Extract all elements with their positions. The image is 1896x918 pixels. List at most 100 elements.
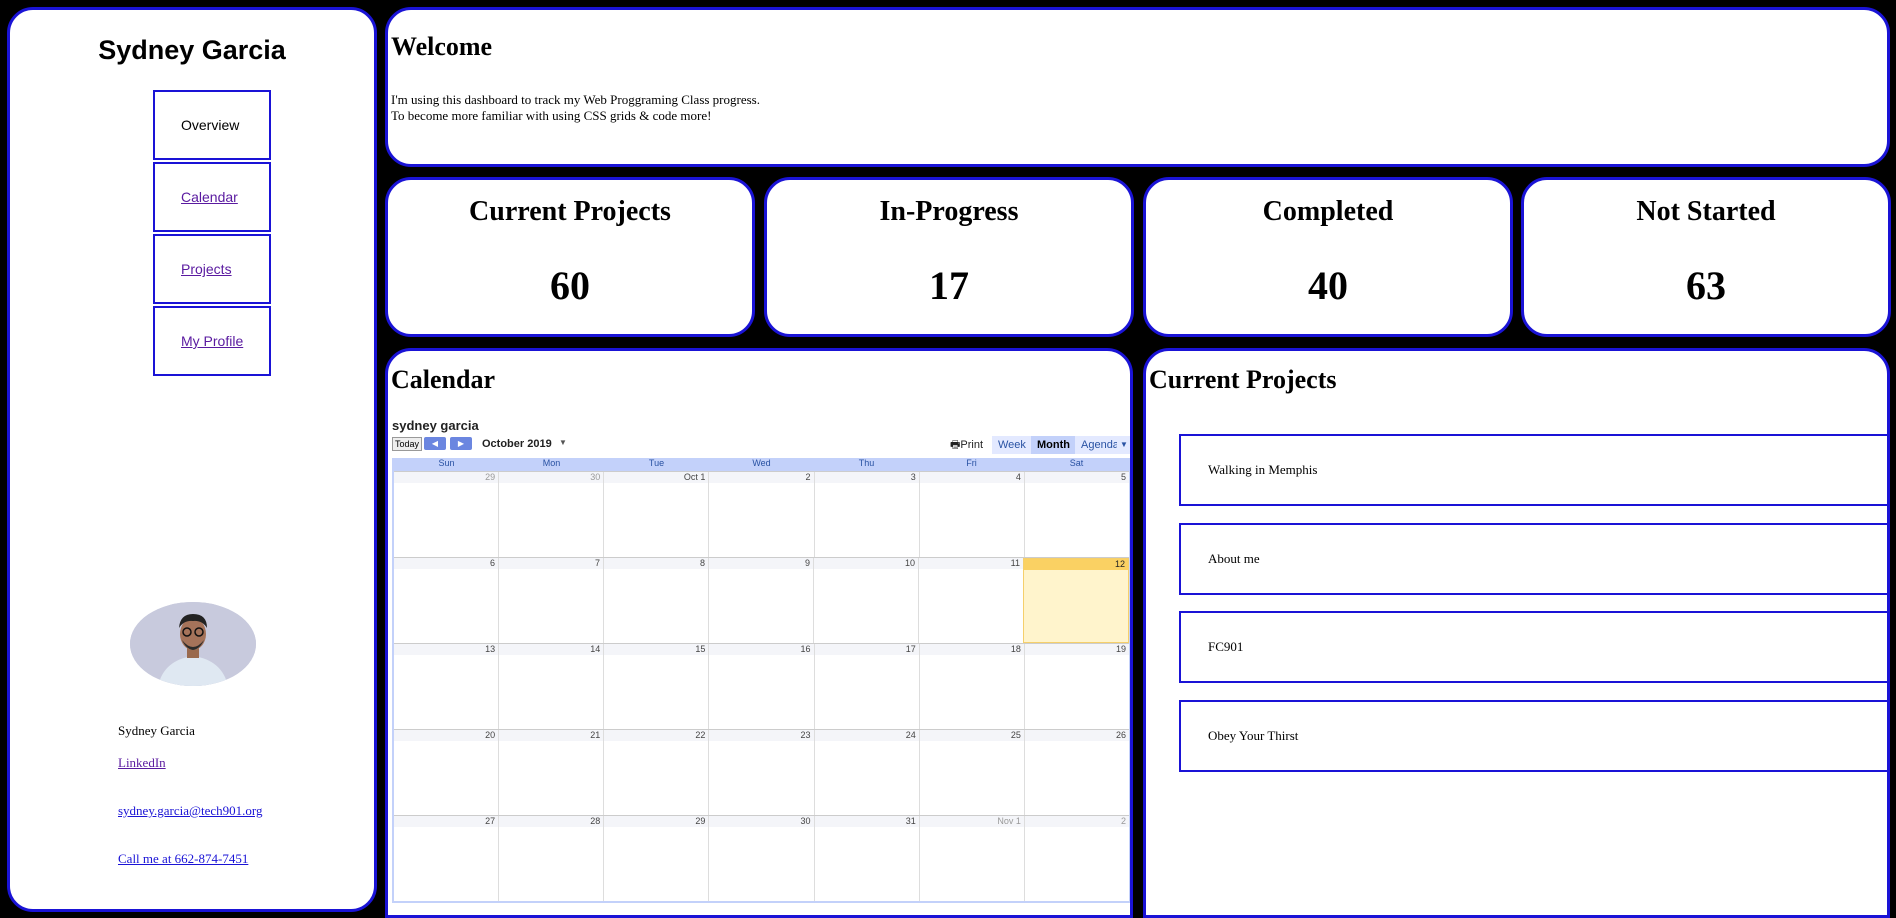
calendar-day[interactable]: 20 [394,730,499,815]
calendar-day[interactable]: 3 [813,472,919,557]
nav-item-calendar[interactable]: Calendar [153,162,271,232]
calendar-day[interactable]: 4 [918,472,1024,557]
calendar-day[interactable]: 27 [394,816,499,901]
calendar-day[interactable]: 16 [708,644,814,729]
project-item[interactable]: About me [1179,523,1889,595]
welcome-line-2: To become more familiar with using CSS g… [391,108,712,123]
day-number: 19 [1024,644,1129,655]
stat-card-not-started: Not Started 63 [1521,177,1891,337]
day-number: 16 [709,644,814,655]
weekday-label: Sun [438,458,455,468]
day-number: 29 [394,472,499,483]
day-number: 28 [499,816,604,827]
phone-link[interactable]: Call me at 662-874-7451 [118,851,248,867]
day-number: 20 [394,730,499,741]
day-number: 8 [604,558,708,569]
calendar-week: 29 30 Oct 1 2 3 4 5 [394,471,1129,557]
stat-value: 17 [929,263,969,308]
calendar-title: Calendar [391,365,495,394]
stat-card-completed: Completed 40 [1143,177,1513,337]
nav-item-my-profile[interactable]: My Profile [153,306,271,376]
stat-value: 40 [1308,263,1348,308]
calendar-day[interactable]: 26 [1023,730,1129,815]
avatar [130,602,256,686]
calendar-day[interactable]: 8 [603,558,708,643]
calendar-day[interactable]: 11 [918,558,1023,643]
day-number: 2 [1024,816,1129,827]
day-number: 12 [1024,559,1128,570]
weekday-label: Fri [966,458,977,468]
calendar-day[interactable]: 19 [1023,644,1129,729]
today-button[interactable]: Today [392,437,423,451]
view-menu-icon[interactable]: ▼ [1117,436,1130,454]
project-item[interactable]: FC901 [1179,611,1889,683]
month-dropdown-icon[interactable]: ▼ [559,438,567,447]
nav-item-label: My Profile [181,333,244,349]
stat-card-current-projects: Current Projects 60 [385,177,755,337]
calendar-day[interactable]: 7 [498,558,603,643]
calendar-day[interactable]: 17 [813,644,919,729]
welcome-panel: Welcome I'm using this dashboard to trac… [385,7,1890,167]
projects-panel: Current Projects Walking in Memphis Abou… [1143,348,1890,918]
print-button[interactable]: 🖶Print [950,436,983,455]
view-week-button[interactable]: Week [992,436,1032,454]
calendar-day[interactable]: 22 [603,730,709,815]
calendar-day[interactable]: 15 [603,644,709,729]
stat-title: In-Progress [879,196,1019,227]
project-name: Walking in Memphis [1208,462,1318,477]
calendar-day-today[interactable]: 12 [1023,558,1129,643]
day-number: 15 [604,644,709,655]
project-item[interactable]: Walking in Memphis [1179,434,1889,506]
calendar-day[interactable]: 29 [394,472,499,557]
calendar-day[interactable]: 18 [918,644,1024,729]
calendar-day[interactable]: 6 [394,558,498,643]
project-name: About me [1208,551,1260,566]
calendar-toolbar: Today ◀ ▶ October 2019 ▼ 🖶Print Week Mon… [392,436,1130,455]
nav-item-overview[interactable]: Overview [153,90,271,160]
calendar-day[interactable]: 25 [918,730,1024,815]
next-month-icon[interactable]: ▶ [450,437,472,450]
calendar-day[interactable]: 10 [813,558,918,643]
view-month-button[interactable]: Month [1031,436,1076,454]
calendar-day[interactable]: 30 [498,472,604,557]
calendar-day[interactable]: 21 [498,730,604,815]
project-name: Obey Your Thirst [1208,728,1299,743]
day-number: 7 [499,558,603,569]
stat-title: Not Started [1636,196,1776,227]
stat-title: Completed [1262,196,1394,227]
project-item[interactable]: Obey Your Thirst [1179,700,1889,772]
email-link[interactable]: sydney.garcia@tech901.org [118,803,262,819]
sidebar-name: Sydney Garcia [98,35,286,65]
day-number: Oct 1 [604,472,709,483]
sidebar-nav: Overview Calendar Projects My Profile [153,90,271,378]
project-name: FC901 [1208,639,1244,654]
calendar-day[interactable]: 28 [498,816,604,901]
calendar-week: 27 28 29 30 31 Nov 1 2 [394,815,1129,901]
calendar-day[interactable]: 29 [603,816,709,901]
linkedin-link[interactable]: LinkedIn [118,755,166,771]
nav-item-projects[interactable]: Projects [153,234,271,304]
calendar-day[interactable]: 5 [1023,472,1129,557]
calendar-day[interactable]: Oct 1 [603,472,709,557]
calendar-day[interactable]: 2 [708,472,814,557]
day-number: 30 [709,816,814,827]
print-label: Print [960,439,984,451]
calendar-day[interactable]: 23 [708,730,814,815]
calendar-day[interactable]: 2 [1023,816,1129,901]
prev-month-icon[interactable]: ◀ [424,437,446,450]
day-number: 29 [604,816,709,827]
projects-title: Current Projects [1149,365,1337,394]
calendar-week: 20 21 22 23 24 25 26 [394,729,1129,815]
weekday-header: Sun Mon Tue Wed Thu Fri Sat [394,458,1129,471]
calendar-week: 6 7 8 9 10 11 12 [394,557,1129,643]
day-number: 30 [499,472,604,483]
calendar-day[interactable]: Nov 1 [918,816,1024,901]
day-number: 10 [814,558,918,569]
calendar-day[interactable]: 30 [708,816,814,901]
calendar-day[interactable]: 31 [813,816,919,901]
weekday-label: Thu [858,458,875,468]
calendar-day[interactable]: 13 [394,644,499,729]
calendar-day[interactable]: 24 [813,730,919,815]
calendar-day[interactable]: 14 [498,644,604,729]
calendar-day[interactable]: 9 [708,558,813,643]
